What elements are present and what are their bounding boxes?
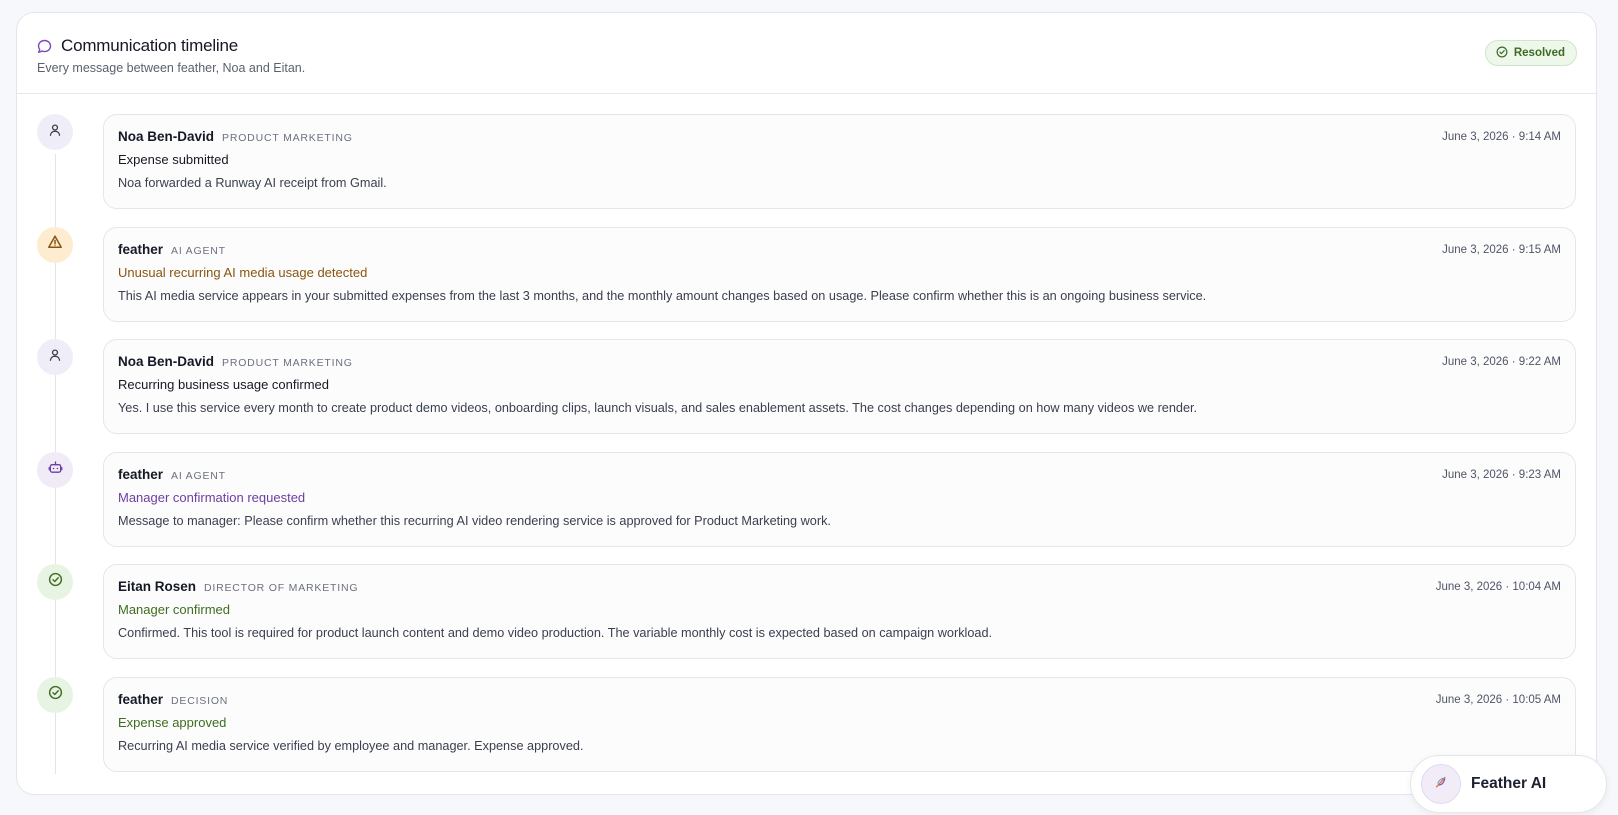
avatar (37, 676, 73, 713)
avatar (37, 564, 73, 600)
message-text: This AI media service appears in your su… (118, 288, 1207, 303)
avatar (37, 114, 73, 150)
message-card: feather DECISION June 3, 2026 · 10:05 AM… (103, 676, 1576, 772)
timestamp: June 3, 2026 · 10:04 AM (1435, 581, 1561, 593)
author-role: AI AGENT (171, 469, 226, 482)
status-badge-label: Resolved (1513, 47, 1565, 59)
event-title: Expense submitted (118, 152, 229, 167)
message-card: Noa Ben-David PRODUCT MARKETING June 3, … (103, 114, 1576, 209)
feather-ai-label: Feather AI (1471, 775, 1547, 792)
feather-ai-avatar (1421, 764, 1461, 804)
check-circle-icon (1496, 46, 1508, 61)
communication-timeline-panel: Communication timeline Every message bet… (16, 12, 1597, 795)
chat-bubble-icon (37, 39, 52, 54)
check-circle-icon (48, 572, 63, 592)
timeline: Noa Ben-David PRODUCT MARKETING June 3, … (17, 94, 1596, 789)
timestamp: June 3, 2026 · 9:14 AM (1442, 131, 1561, 143)
message-card: Noa Ben-David PRODUCT MARKETING June 3, … (103, 339, 1576, 434)
author-name: feather (118, 691, 164, 707)
timestamp: June 3, 2026 · 9:15 AM (1442, 243, 1561, 256)
page-subtitle: Every message between feather, Noa and E… (37, 61, 306, 75)
timeline-entry: Noa Ben-David PRODUCT MARKETING June 3, … (37, 114, 1576, 227)
timeline-entry: feather DECISION June 3, 2026 · 10:05 AM… (37, 676, 1576, 790)
author-role: PRODUCT MARKETING (222, 357, 353, 369)
event-title: Expense approved (118, 714, 227, 730)
author-role: DECISION (171, 694, 229, 707)
message-text: Confirmed. This tool is required for pro… (118, 626, 993, 640)
author-name: feather (118, 466, 164, 482)
message-text: Recurring AI media service verified by e… (118, 738, 584, 753)
timeline-entry: feather AI AGENT June 3, 2026 · 9:23 AM … (37, 451, 1576, 565)
message-card: Eitan Rosen DIRECTOR OF MARKETING June 3… (103, 564, 1576, 659)
timeline-entry: Noa Ben-David PRODUCT MARKETING June 3, … (37, 339, 1576, 452)
author-role: DIRECTOR OF MARKETING (204, 582, 359, 594)
avatar (37, 339, 73, 375)
user-icon (48, 348, 62, 367)
avatar (37, 451, 73, 488)
author-name: Noa Ben-David (118, 129, 215, 144)
event-title: Unusual recurring AI media usage detecte… (118, 264, 368, 280)
check-circle-icon (48, 685, 63, 705)
title-row: Communication timeline (37, 35, 1576, 57)
author-name: feather (118, 241, 164, 257)
user-icon (48, 123, 62, 142)
message-card: feather AI AGENT June 3, 2026 · 9:15 AM … (103, 226, 1576, 322)
author-role: AI AGENT (171, 244, 226, 257)
author-role: PRODUCT MARKETING (222, 132, 353, 144)
timeline-entry: Eitan Rosen DIRECTOR OF MARKETING June 3… (37, 564, 1576, 677)
timestamp: June 3, 2026 · 9:22 AM (1442, 356, 1561, 368)
event-title: Recurring business usage confirmed (118, 377, 329, 392)
feather-ai-button[interactable]: Feather AI (1410, 755, 1607, 813)
status-badge: Resolved (1484, 40, 1577, 66)
avatar (37, 226, 73, 263)
timestamp: June 3, 2026 · 9:23 AM (1442, 468, 1561, 481)
timestamp: June 3, 2026 · 10:05 AM (1435, 693, 1561, 706)
message-card: feather AI AGENT June 3, 2026 · 9:23 AM … (103, 451, 1576, 547)
page-title: Communication timeline (61, 36, 239, 55)
panel-header: Communication timeline Every message bet… (17, 13, 1596, 94)
bot-icon (48, 460, 63, 480)
warning-icon (47, 234, 63, 255)
feather-icon (1434, 775, 1448, 794)
message-text: Noa forwarded a Runway AI receipt from G… (118, 176, 387, 190)
event-title: Manager confirmation requested (118, 489, 306, 505)
event-title: Manager confirmed (118, 602, 230, 617)
author-name: Noa Ben-David (118, 354, 215, 369)
message-text: Message to manager: Please confirm wheth… (118, 513, 831, 528)
message-text: Yes. I use this service every month to c… (118, 401, 1198, 415)
author-name: Eitan Rosen (118, 579, 197, 594)
timeline-entry: feather AI AGENT June 3, 2026 · 9:15 AM … (37, 226, 1576, 340)
